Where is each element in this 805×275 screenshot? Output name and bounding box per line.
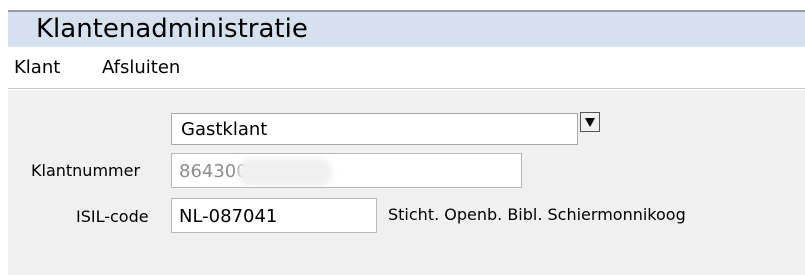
title-bar: Klantenadministratie (8, 12, 805, 47)
menu-klant[interactable]: Klant (14, 57, 60, 79)
window-title: Klantenadministratie (36, 14, 308, 44)
menu-afsluiten[interactable]: Afsluiten (102, 57, 180, 79)
triangle-down-icon (585, 118, 595, 127)
redaction-mask (238, 159, 332, 186)
customer-type-select[interactable]: Gastklant (171, 113, 578, 145)
customer-type-value: Gastklant (181, 119, 268, 140)
isil-code-label: ISIL-code (76, 207, 149, 226)
menu-bar: Klant Afsluiten (8, 47, 805, 89)
customer-form-area: Gastklant Klantnummer 864300 ISIL-code N… (8, 90, 805, 275)
isil-code-field[interactable]: NL-087041 (171, 198, 377, 233)
klantenadministratie-window: Klantenadministratie Klant Afsluiten Gas… (0, 0, 805, 275)
customer-number-field[interactable]: 864300 (171, 153, 522, 188)
customer-type-dropdown-button[interactable] (580, 112, 600, 132)
library-name-text: Sticht. Openb. Bibl. Schiermonnikoog (388, 205, 686, 224)
isil-code-value: NL-087041 (179, 206, 278, 227)
customer-number-label: Klantnummer (31, 161, 141, 180)
